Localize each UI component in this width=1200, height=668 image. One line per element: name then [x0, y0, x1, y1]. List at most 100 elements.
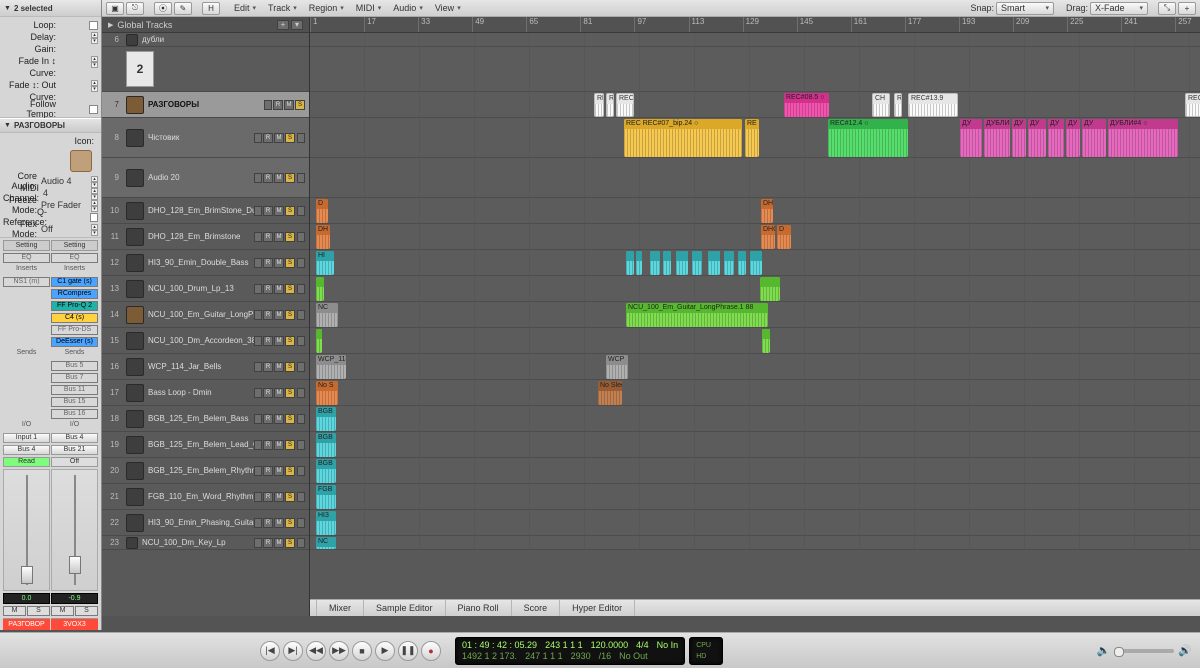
freeze-button[interactable] — [297, 414, 305, 424]
audio-region[interactable] — [636, 251, 642, 275]
volume-slider[interactable] — [1114, 649, 1174, 653]
tool-replace-icon[interactable]: H — [202, 2, 220, 15]
rec-enable-button[interactable]: R — [273, 100, 283, 110]
freeze-button[interactable] — [297, 258, 305, 268]
solo-button[interactable]: S — [285, 232, 295, 242]
audio-region[interactable]: ДУ — [1082, 119, 1106, 157]
editor-tab[interactable]: Hyper Editor — [560, 600, 635, 617]
solo-button[interactable]: S — [285, 538, 295, 548]
audio-region[interactable]: BGB — [316, 459, 336, 483]
freeze-button[interactable] — [297, 232, 305, 242]
track-setting[interactable]: Flex Mode:Off▴▾ — [3, 223, 98, 235]
track-icon[interactable] — [126, 332, 144, 350]
solo-button[interactable]: S — [285, 414, 295, 424]
track-header[interactable]: 17Bass Loop - DminRMS — [102, 380, 309, 406]
audio-region[interactable] — [650, 251, 660, 275]
mute-button[interactable]: M — [3, 606, 26, 616]
track-lane[interactable] — [310, 380, 1200, 406]
solo-button[interactable]: S — [295, 100, 305, 110]
tool-link-icon[interactable]: ⎋ — [126, 2, 144, 15]
rec-enable-button[interactable]: R — [263, 362, 273, 372]
rec-enable-button[interactable]: R — [263, 173, 273, 183]
solo-button[interactable]: S — [285, 492, 295, 502]
solo-button[interactable]: S — [285, 518, 295, 528]
track-name[interactable]: HI3_90_Emin_Double_Bass — [148, 258, 254, 267]
solo-button[interactable]: S — [285, 466, 295, 476]
hide-button[interactable] — [254, 362, 262, 372]
audio-region[interactable] — [676, 251, 688, 275]
audio-region[interactable]: FGB — [316, 485, 336, 509]
hide-button[interactable] — [254, 414, 262, 424]
eq-thumb[interactable]: EQ — [51, 253, 98, 263]
audio-region[interactable]: REC — [616, 93, 634, 117]
track-name[interactable]: DHO_128_Em_BrimStone_Dub_Skank — [148, 206, 254, 215]
freeze-button[interactable] — [297, 492, 305, 502]
audio-region[interactable]: REC#08.5 ○ — [784, 93, 829, 117]
send-slot[interactable] — [3, 385, 50, 395]
track-name[interactable]: NCU_100_Drum_Lp_13 — [148, 284, 254, 293]
hide-button[interactable] — [254, 336, 262, 346]
freeze-button[interactable] — [297, 284, 305, 294]
movie-track[interactable]: 2 — [102, 47, 309, 92]
mute-button[interactable]: M — [274, 362, 284, 372]
track-name[interactable]: NCU_100_Dm_Key_Lp — [142, 538, 254, 547]
play-button[interactable]: ▶ — [375, 641, 395, 661]
audio-region[interactable]: REC#13.9 — [908, 93, 958, 117]
track-header[interactable]: 6дубли — [102, 33, 309, 47]
lcd-position[interactable]: 01 : 49 : 42 : 05.29243 1 1 1120.00004/4… — [455, 637, 685, 665]
volume-fader[interactable] — [3, 469, 50, 591]
track-header[interactable]: 7РАЗГОВОРЫRMS — [102, 92, 309, 118]
track-icon[interactable] — [126, 34, 138, 46]
hide-button[interactable] — [254, 284, 262, 294]
audio-region[interactable]: REC — [1185, 93, 1200, 117]
region-param[interactable]: Fade ↕: Out▴▾ — [3, 79, 98, 91]
track-icon[interactable] — [126, 514, 144, 532]
audio-region[interactable]: ДУ — [1028, 119, 1046, 157]
track-icon[interactable] — [126, 228, 144, 246]
audio-region[interactable] — [750, 251, 762, 275]
mute-button[interactable]: M — [274, 133, 284, 143]
mute-button[interactable]: M — [274, 414, 284, 424]
audio-region[interactable]: No Sleep — [598, 381, 622, 405]
hide-button[interactable] — [254, 206, 262, 216]
track-icon[interactable] — [126, 254, 144, 272]
insert-slot[interactable]: FF Pro-Q 2 — [51, 301, 98, 311]
track-icon[interactable] — [126, 96, 144, 114]
mute-button[interactable]: M — [274, 388, 284, 398]
freeze-button[interactable] — [297, 538, 305, 548]
inspector-region-header[interactable]: 2 selected — [0, 0, 101, 17]
insert-slot[interactable] — [3, 301, 50, 311]
audio-region[interactable]: HI — [316, 251, 334, 275]
io-slot[interactable]: Bus 4 — [3, 445, 50, 455]
rec-enable-button[interactable]: R — [263, 388, 273, 398]
region-param[interactable]: Fade In ↕▴▾ — [3, 55, 98, 67]
freeze-button[interactable] — [297, 310, 305, 320]
mute-button[interactable]: M — [274, 310, 284, 320]
mute-button[interactable]: M — [274, 206, 284, 216]
mute-button[interactable]: M — [274, 466, 284, 476]
stop-button[interactable]: ■ — [352, 641, 372, 661]
audio-region[interactable]: REC#12.4 ○ — [828, 119, 908, 157]
track-header[interactable]: 19BGB_125_Em_Belem_Lead_GuitarRMS — [102, 432, 309, 458]
insert-slot[interactable]: RCompres — [51, 289, 98, 299]
audio-region[interactable]: ДУ — [960, 119, 982, 157]
audio-region[interactable] — [708, 251, 720, 275]
solo-button[interactable]: S — [27, 606, 50, 616]
insert-slot[interactable] — [3, 337, 50, 347]
audio-region[interactable]: NC — [316, 303, 338, 327]
editor-tab[interactable]: Score — [512, 600, 561, 617]
io-slot[interactable]: Bus 4 — [51, 433, 98, 443]
mute-button[interactable]: M — [51, 606, 74, 616]
track-lane[interactable] — [310, 276, 1200, 302]
insert-slot[interactable] — [3, 325, 50, 335]
track-lane[interactable] — [310, 328, 1200, 354]
audio-region[interactable]: RE — [745, 119, 759, 157]
send-slot[interactable]: Bus 16 — [51, 409, 98, 419]
track-name[interactable]: дубли — [142, 35, 305, 44]
send-slot[interactable] — [3, 409, 50, 419]
insert-slot[interactable]: DeEsser (s) — [51, 337, 98, 347]
mute-button[interactable]: M — [274, 538, 284, 548]
rewind-button[interactable]: ◀◀ — [306, 641, 326, 661]
track-icon[interactable] — [126, 280, 144, 298]
solo-button[interactable]: S — [285, 173, 295, 183]
